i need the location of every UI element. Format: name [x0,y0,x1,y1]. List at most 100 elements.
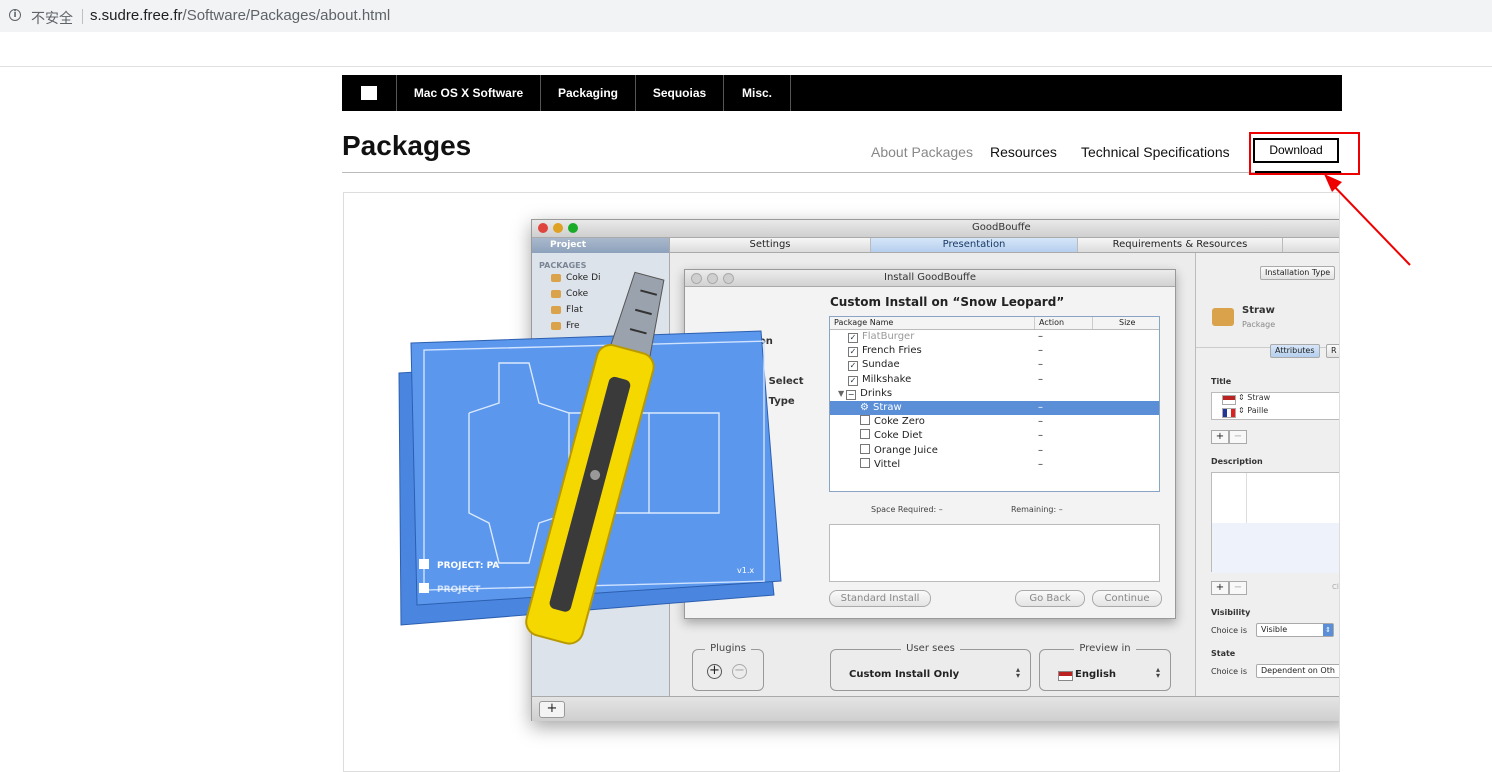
preview-in-group[interactable]: Preview in English ▴ ▾ [1039,643,1171,691]
remove-description-icon[interactable]: − [1229,581,1247,595]
state-popup[interactable]: Dependent on Oth [1256,664,1339,678]
project-label-back: PROJECT [437,585,481,595]
user-sees-label-wrap: User sees [831,643,1030,654]
row-action: – [1038,401,1043,413]
attributes-tab[interactable]: Attributes [1270,344,1320,358]
tab-presentation[interactable]: Presentation [871,238,1078,252]
clear-label: Cl [1332,583,1339,591]
close-icon[interactable] [538,223,548,233]
checkbox[interactable]: ✓ [848,347,858,358]
site-nav: Mac OS X Software Packaging Sequoias Mis… [342,75,1342,111]
info-icon[interactable]: i [9,9,21,21]
window-titlebar: GoodBouffe [532,220,1339,238]
row-name: Milkshake [862,373,912,385]
row-action: – [1038,416,1043,428]
inspector-package-kind: Package [1242,320,1276,329]
table-row[interactable]: Vittel – [830,457,1159,472]
dialog-heading: Custom Install on “Snow Leopard” [830,295,1065,309]
table-row[interactable]: Orange Juice – [830,443,1159,458]
french-flag-icon [1222,408,1236,418]
table-row[interactable]: ▼ − Drinks [830,387,1159,401]
r-tab[interactable]: R [1326,344,1339,358]
row-name: Coke Diet [874,430,923,442]
description-row [1212,523,1339,573]
nav-item-packaging[interactable]: Packaging [541,75,636,111]
go-back-button[interactable]: Go Back [1015,590,1085,607]
page-title: Packages [342,130,472,161]
table-row[interactable]: ⚙ Straw – [830,400,1159,416]
minimize-icon[interactable] [553,223,563,233]
table-row[interactable]: ✓ French Fries – [830,344,1159,358]
home-logo[interactable] [342,75,397,111]
security-label[interactable]: 不安全 [31,8,73,28]
remove-title-icon[interactable]: − [1229,430,1247,444]
visibility-popup[interactable]: Visible ⇕ [1256,623,1334,637]
table-row[interactable]: ✓ Sundae – [830,358,1159,372]
omnibox-separator [82,9,83,24]
row-action: – [1038,458,1043,470]
title-entry-text: Straw [1247,393,1271,402]
disclosure-triangle-icon[interactable]: ▼ [838,389,844,398]
add-icon[interactable]: + [539,701,565,718]
description-box[interactable] [1211,472,1339,573]
hero-screenshot: GoodBouffe Project PACKAGES Coke Di Coke… [343,192,1340,772]
title-label: Title [1211,377,1232,386]
checkbox[interactable]: ✓ [848,361,858,372]
subnav-resources[interactable]: Resources [990,144,1057,160]
row-action: – [1038,359,1043,371]
toolbar-divider [0,66,1492,67]
sidebar-project-header[interactable]: Project [532,238,669,253]
inspector-pane: Installation Type Straw Package Attribut… [1195,253,1339,696]
table-row[interactable]: ✓ FlatBurger – [830,330,1159,344]
table-row[interactable]: Coke Diet – [830,429,1159,443]
table-header: Package Name Action Size [830,317,1159,330]
row-action: – [1038,444,1043,456]
preview-in-value: English [1075,669,1117,680]
address-bar[interactable]: i 不安全 s.sudre.free.fr/Software/Packages/… [0,0,1492,32]
visibility-value: Visible [1261,625,1288,634]
user-sees-value: Custom Install Only [849,669,960,680]
column-size[interactable]: Size [1092,317,1135,329]
add-plugin-icon[interactable]: + [707,664,722,679]
url-text[interactable]: s.sudre.free.fr/Software/Packages/about.… [90,7,390,24]
checkbox[interactable] [860,429,870,440]
table-row[interactable]: ✓ Milkshake – [830,373,1159,387]
title-entry[interactable]: ⇕ Straw [1238,393,1270,402]
checkbox[interactable]: − [846,389,857,400]
column-action[interactable]: Action [1034,317,1064,329]
add-title-icon[interactable]: + [1211,430,1229,444]
inspector-package-name: Straw [1242,305,1275,316]
remove-plugin-icon[interactable]: − [732,664,747,679]
remaining: Remaining: – [1011,505,1063,514]
checkbox[interactable] [860,457,870,468]
checkbox[interactable]: ✓ [848,375,858,386]
choice-is-label: Choice is [1211,626,1248,635]
version-label: v1.x [737,566,754,575]
preview-in-label: Preview in [1074,643,1136,654]
title-entry[interactable]: ⇕ Paille [1238,406,1268,415]
column-package-name[interactable]: Package Name [834,317,893,329]
space-required: Space Required: – [871,505,943,514]
title-rule [342,172,1342,173]
add-description-icon[interactable]: + [1211,581,1229,595]
row-name: Sundae [862,359,900,371]
tab-requirements-resources[interactable]: Requirements & Resources [1078,238,1283,252]
package-icon [1212,308,1234,326]
row-name: FlatBurger [862,331,915,342]
title-list: ⇕ Straw ⇕ Paille [1211,392,1339,420]
checkbox[interactable]: ✓ [848,333,858,343]
checkbox[interactable] [860,443,870,454]
user-sees-group[interactable]: User sees Custom Install Only ▴ ▾ [830,643,1031,691]
checkbox[interactable] [860,415,870,426]
subnav-technical-specifications[interactable]: Technical Specifications [1081,144,1230,160]
continue-button[interactable]: Continue [1092,590,1162,607]
nav-item-sequoias[interactable]: Sequoias [636,75,724,111]
tab-settings[interactable]: Settings [670,238,871,252]
nav-item-mac-os-x-software[interactable]: Mac OS X Software [397,75,541,111]
popup-arrows-icon: ▴ ▾ [1155,665,1160,680]
zoom-icon[interactable] [568,223,578,233]
subnav-about-packages[interactable]: About Packages [871,144,973,160]
nav-item-misc[interactable]: Misc. [724,75,791,111]
standard-install-button[interactable]: Standard Install [829,590,931,607]
table-row[interactable]: Coke Zero – [830,415,1159,429]
